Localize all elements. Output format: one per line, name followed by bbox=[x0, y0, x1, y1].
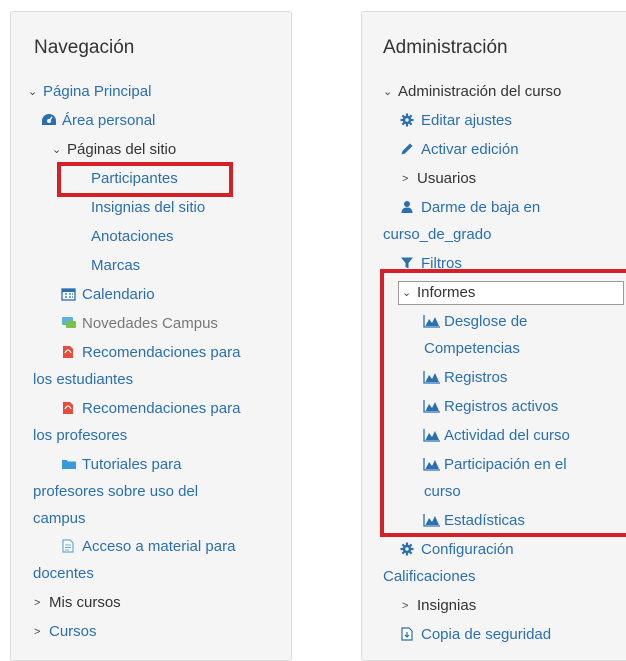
nav-reco-est-line2[interactable]: los estudiantes bbox=[33, 370, 133, 390]
nav-pagina-principal[interactable]: ⌄ Página Principal bbox=[28, 82, 151, 102]
admin-insignias-label: Insignias bbox=[417, 597, 477, 614]
nav-mis-cursos[interactable]: > Mis cursos bbox=[34, 593, 121, 613]
admin-editar-ajustes[interactable]: Editar ajustes bbox=[400, 111, 512, 131]
admin-darme-baja-line2[interactable]: curso_de_grado bbox=[383, 225, 491, 245]
nav-reco-prof[interactable]: Recomendaciones para bbox=[61, 399, 240, 419]
nav-reco-est-label-1: Recomendaciones para bbox=[82, 344, 241, 361]
nav-acceso-line2[interactable]: docentes bbox=[33, 564, 94, 584]
nav-insignias-sitio[interactable]: Insignias del sitio bbox=[91, 198, 205, 218]
pdf-icon bbox=[61, 345, 77, 359]
nav-paginas-sitio-label: Páginas del sitio bbox=[67, 141, 177, 158]
nav-pagina-principal-label: Página Principal bbox=[43, 83, 152, 100]
admin-desglose[interactable]: Desglose de bbox=[423, 312, 527, 332]
filter-icon bbox=[400, 256, 416, 270]
admin-configuracion[interactable]: Configuración bbox=[400, 540, 514, 560]
admin-activar-edicion-label: Activar edición bbox=[421, 141, 519, 158]
admin-informes-label: Informes bbox=[417, 284, 476, 301]
admin-participacion[interactable]: Participación en el bbox=[423, 455, 567, 475]
nav-novedades[interactable]: Novedades Campus bbox=[61, 314, 218, 334]
admin-estadisticas[interactable]: Estadísticas bbox=[423, 511, 525, 531]
gear-icon bbox=[400, 113, 416, 127]
nav-acceso-material[interactable]: Acceso a material para bbox=[61, 537, 235, 557]
chevron-down-icon: ⌄ bbox=[28, 86, 38, 98]
nav-acceso-label-1: Acceso a material para bbox=[82, 538, 236, 555]
nav-anotaciones[interactable]: Anotaciones bbox=[91, 227, 174, 247]
admin-actividad-curso-label: Actividad del curso bbox=[444, 427, 570, 444]
nav-tutoriales-label-1: Tutoriales para bbox=[82, 456, 182, 473]
admin-darme-baja[interactable]: Darme de baja en bbox=[400, 198, 540, 218]
nav-participantes[interactable]: Participantes bbox=[91, 169, 178, 189]
admin-curso-label: Administración del curso bbox=[398, 83, 562, 100]
nav-paginas-sitio[interactable]: ⌄ Páginas del sitio bbox=[52, 140, 176, 160]
nav-tutoriales-line3[interactable]: campus bbox=[33, 509, 86, 529]
admin-informes[interactable]: ⌄ Informes bbox=[402, 283, 475, 303]
chevron-down-icon: ⌄ bbox=[383, 86, 393, 98]
chevron-right-icon: > bbox=[34, 626, 41, 638]
chevron-right-icon: > bbox=[402, 173, 409, 185]
admin-registros-activos-label: Registros activos bbox=[444, 398, 559, 415]
nav-reco-est[interactable]: Recomendaciones para bbox=[61, 343, 240, 363]
admin-darme-baja-label-1: Darme de baja en bbox=[421, 199, 541, 216]
admin-registros[interactable]: Registros bbox=[423, 368, 507, 388]
nav-area-personal-label: Área personal bbox=[62, 112, 156, 129]
nav-reco-prof-line2[interactable]: los profesores bbox=[33, 426, 127, 446]
nav-calendario[interactable]: Calendario bbox=[61, 285, 155, 305]
chevron-right-icon: > bbox=[34, 597, 41, 609]
backup-file-icon bbox=[400, 627, 416, 641]
dashboard-icon bbox=[41, 113, 57, 127]
admin-configuracion-label-1: Configuración bbox=[421, 541, 514, 558]
calendar-icon bbox=[61, 287, 77, 301]
admin-copia-seguridad-label: Copia de seguridad bbox=[421, 626, 552, 643]
nav-cursos[interactable]: > Cursos bbox=[34, 622, 97, 642]
admin-registros-activos[interactable]: Registros activos bbox=[423, 397, 558, 417]
admin-editar-ajustes-label: Editar ajustes bbox=[421, 112, 512, 129]
nav-calendario-label: Calendario bbox=[82, 286, 155, 303]
area-chart-icon bbox=[423, 457, 440, 471]
admin-usuarios-label: Usuarios bbox=[417, 170, 477, 187]
chevron-down-icon: ⌄ bbox=[52, 144, 62, 156]
admin-filtros-label: Filtros bbox=[421, 255, 462, 272]
nav-tutoriales[interactable]: Tutoriales para bbox=[61, 455, 182, 475]
admin-actividad-curso[interactable]: Actividad del curso bbox=[423, 426, 570, 446]
chevron-down-icon: ⌄ bbox=[402, 287, 412, 299]
navigation-block: Navegación ⌄ Página Principal Área person… bbox=[10, 11, 292, 661]
administration-block: Administración ⌄ Administración del curso… bbox=[361, 11, 626, 661]
admin-usuarios[interactable]: > Usuarios bbox=[402, 169, 476, 189]
area-chart-icon bbox=[423, 513, 440, 527]
admin-participacion-label-1: Participación en el bbox=[444, 456, 567, 473]
administration-title: Administración bbox=[383, 37, 508, 58]
admin-activar-edicion[interactable]: Activar edición bbox=[400, 140, 519, 160]
admin-insignias[interactable]: > Insignias bbox=[402, 596, 476, 616]
admin-filtros[interactable]: Filtros bbox=[400, 254, 462, 274]
admin-desglose-label-1: Desglose de bbox=[444, 313, 528, 330]
admin-desglose-line2[interactable]: Competencias bbox=[424, 339, 520, 359]
folder-icon bbox=[61, 457, 77, 471]
area-chart-icon bbox=[423, 399, 440, 413]
nav-tutoriales-line2[interactable]: profesores sobre uso del bbox=[33, 482, 198, 502]
nav-novedades-label: Novedades Campus bbox=[82, 315, 218, 332]
nav-mis-cursos-label: Mis cursos bbox=[49, 594, 121, 611]
admin-copia-seguridad[interactable]: Copia de seguridad bbox=[400, 625, 551, 645]
navigation-title: Navegación bbox=[34, 37, 135, 58]
chevron-right-icon: > bbox=[402, 600, 409, 612]
document-icon bbox=[61, 539, 77, 553]
area-chart-icon bbox=[423, 428, 440, 442]
forum-icon bbox=[61, 316, 77, 330]
area-chart-icon bbox=[423, 370, 440, 384]
admin-registros-label: Registros bbox=[444, 369, 508, 386]
nav-marcas[interactable]: Marcas bbox=[91, 256, 140, 276]
admin-estadisticas-label: Estadísticas bbox=[444, 512, 525, 529]
pencil-icon bbox=[400, 142, 416, 156]
nav-cursos-label: Cursos bbox=[49, 623, 97, 640]
nav-area-personal[interactable]: Área personal bbox=[41, 111, 155, 131]
gear-icon bbox=[400, 542, 416, 556]
admin-participacion-line2[interactable]: curso bbox=[424, 482, 461, 502]
user-icon bbox=[400, 200, 416, 214]
area-chart-icon bbox=[423, 314, 440, 328]
pdf-icon bbox=[61, 401, 77, 415]
nav-reco-prof-label-1: Recomendaciones para bbox=[82, 400, 241, 417]
admin-curso[interactable]: ⌄ Administración del curso bbox=[383, 82, 561, 102]
admin-configuracion-line2[interactable]: Calificaciones bbox=[383, 567, 476, 587]
